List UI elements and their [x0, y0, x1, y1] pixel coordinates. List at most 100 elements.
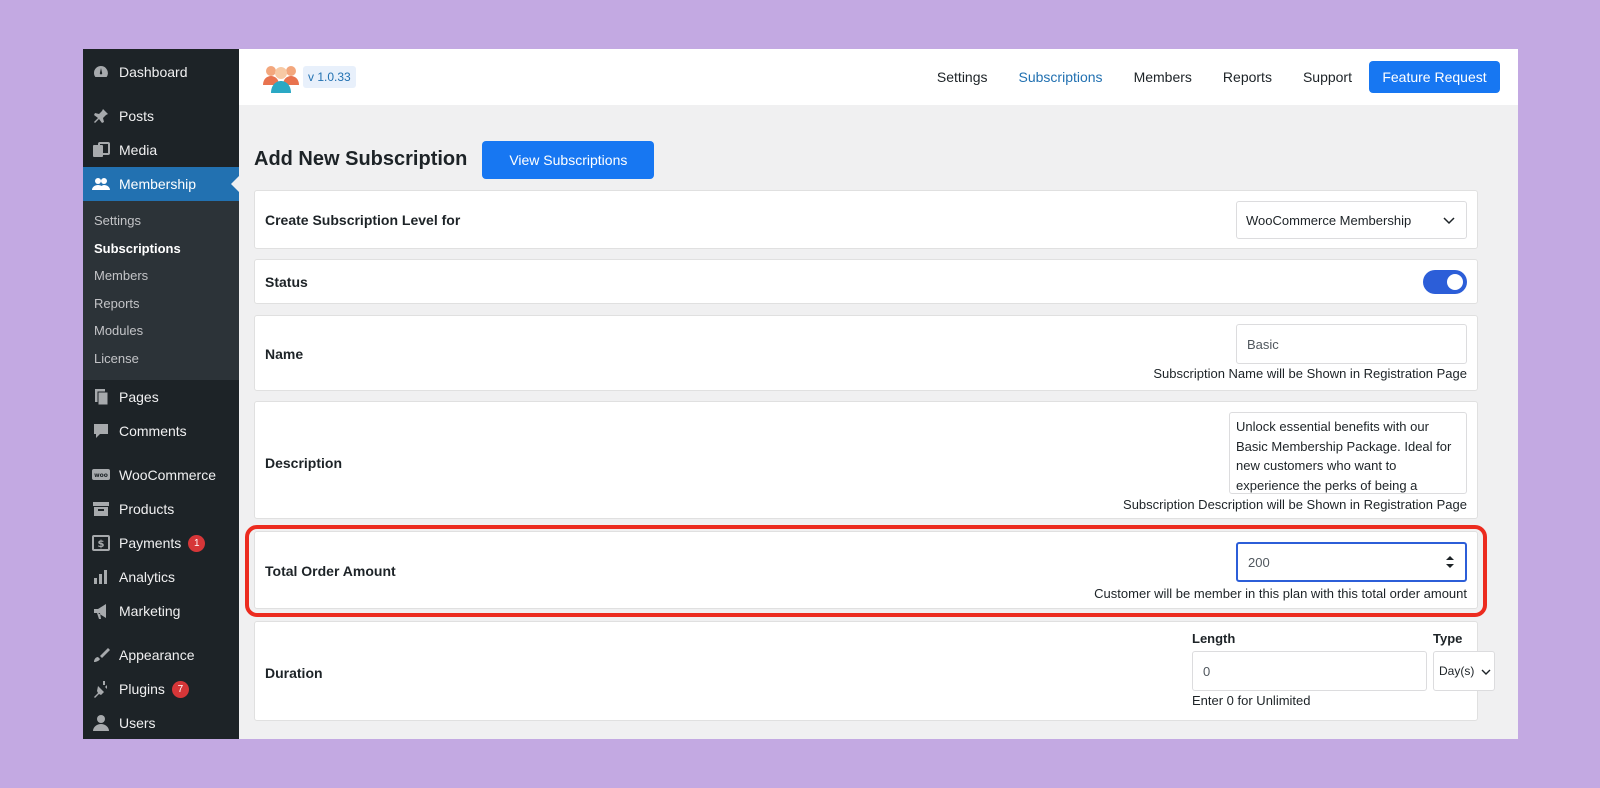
- sidebar-item-woocommerce[interactable]: woo WooCommerce: [83, 458, 239, 492]
- duration-label: Duration: [265, 665, 323, 681]
- top-nav: Settings Subscriptions Members Reports S…: [906, 61, 1500, 93]
- sidebar-item-label: Comments: [119, 423, 187, 439]
- total-order-label: Total Order Amount: [265, 563, 396, 579]
- submenu-item-subscriptions[interactable]: Subscriptions: [83, 235, 239, 263]
- submenu-item-modules[interactable]: Modules: [83, 317, 239, 345]
- sidebar-item-media[interactable]: Media: [83, 133, 239, 167]
- total-order-input-value: 200: [1248, 554, 1270, 570]
- sidebar-item-label: Plugins: [119, 681, 165, 697]
- payments-count-badge: 1: [188, 534, 206, 552]
- level-select[interactable]: WooCommerce Membership: [1236, 201, 1467, 239]
- sidebar-item-label: Membership: [119, 176, 197, 192]
- archive-icon: [92, 500, 110, 518]
- payments-icon: $: [92, 534, 110, 552]
- toggle-knob: [1447, 274, 1463, 290]
- users-icon: [92, 175, 110, 193]
- sidebar-item-dashboard[interactable]: Dashboard: [83, 55, 239, 89]
- nav-subscriptions[interactable]: Subscriptions: [1019, 69, 1103, 85]
- sidebar-item-label: Marketing: [119, 603, 181, 619]
- sidebar-item-label: Products: [119, 501, 175, 517]
- sidebar-item-products[interactable]: Products: [83, 492, 239, 526]
- sidebar-item-label: Appearance: [119, 647, 195, 663]
- plugin-logo-icon: [263, 61, 299, 93]
- total-order-card: Total Order Amount 200 Customer will be …: [254, 531, 1478, 609]
- plug-icon: [92, 680, 110, 698]
- sidebar-item-label: WooCommerce: [119, 467, 216, 483]
- sidebar-item-label: Analytics: [119, 569, 176, 585]
- sidebar-item-marketing[interactable]: Marketing: [83, 594, 239, 628]
- level-card: Create Subscription Level for WooCommerc…: [254, 190, 1478, 249]
- length-label: Length: [1192, 631, 1236, 646]
- woo-icon: woo: [92, 466, 110, 484]
- nav-support[interactable]: Support: [1303, 69, 1352, 85]
- status-toggle[interactable]: [1423, 270, 1467, 294]
- submenu-item-reports[interactable]: Reports: [83, 290, 239, 318]
- nav-settings[interactable]: Settings: [937, 69, 988, 85]
- total-order-input[interactable]: 200: [1236, 542, 1467, 582]
- submenu-item-settings[interactable]: Settings: [83, 207, 239, 235]
- comment-icon: [92, 422, 110, 440]
- feature-request-button[interactable]: Feature Request: [1369, 61, 1500, 93]
- chevron-down-icon: [1442, 213, 1456, 230]
- name-card: Name Basic Subscription Name will be Sho…: [254, 315, 1478, 391]
- type-label: Type: [1433, 631, 1463, 646]
- sidebar-item-comments[interactable]: Comments: [83, 414, 239, 448]
- sidebar-item-users[interactable]: Users: [83, 706, 239, 739]
- dashboard-icon: [92, 63, 110, 81]
- type-select[interactable]: Day(s): [1433, 651, 1495, 691]
- sidebar-item-label: Media: [119, 142, 158, 158]
- admin-sidebar: Dashboard Posts Media Membership Setting…: [83, 49, 239, 739]
- sidebar-item-posts[interactable]: Posts: [83, 99, 239, 133]
- sidebar-item-label: Posts: [119, 108, 155, 124]
- chevron-down-icon: [1481, 666, 1491, 680]
- sidebar-item-label: Payments: [119, 535, 182, 551]
- page-title: Add New Subscription: [254, 148, 468, 170]
- brush-icon: [92, 646, 110, 664]
- description-textarea[interactable]: Unlock essential benefits with our Basic…: [1229, 412, 1467, 494]
- sidebar-item-payments[interactable]: $ Payments 1: [83, 526, 239, 560]
- pages-icon: [92, 388, 110, 406]
- length-hint: Enter 0 for Unlimited: [1192, 693, 1311, 708]
- plugin-topbar: v 1.0.33 Settings Subscriptions Members …: [239, 49, 1518, 105]
- sidebar-item-label: Users: [119, 715, 156, 731]
- length-input[interactable]: 0: [1192, 651, 1427, 691]
- description-card: Description Unlock essential benefits wi…: [254, 401, 1478, 519]
- name-input[interactable]: Basic: [1236, 324, 1467, 364]
- nav-reports[interactable]: Reports: [1223, 69, 1272, 85]
- status-card: Status: [254, 259, 1478, 304]
- duration-card: Duration Length 0 Enter 0 for Unlimited …: [254, 621, 1495, 721]
- user-icon: [92, 714, 110, 732]
- membership-submenu: Settings Subscriptions Members Reports M…: [83, 201, 239, 380]
- page-header: Add New Subscription View Subscriptions: [239, 105, 1518, 190]
- bar-chart-icon: [92, 568, 110, 586]
- svg-text:$: $: [98, 539, 105, 550]
- level-label: Create Subscription Level for: [265, 212, 461, 228]
- submenu-item-members[interactable]: Members: [83, 262, 239, 290]
- sidebar-item-analytics[interactable]: Analytics: [83, 560, 239, 594]
- nav-members[interactable]: Members: [1134, 69, 1192, 85]
- plugins-count-badge: 7: [171, 680, 189, 698]
- sidebar-item-label: Dashboard: [119, 64, 188, 80]
- submenu-item-license[interactable]: License: [83, 345, 239, 373]
- version-badge: v 1.0.33: [303, 66, 356, 88]
- media-icon: [92, 141, 110, 159]
- sidebar-item-plugins[interactable]: Plugins 7: [83, 672, 239, 706]
- sidebar-item-appearance[interactable]: Appearance: [83, 638, 239, 672]
- name-hint: Subscription Name will be Shown in Regis…: [1153, 366, 1467, 381]
- sidebar-item-pages[interactable]: Pages: [83, 380, 239, 414]
- length-input-value: 0: [1203, 663, 1211, 679]
- total-order-hint: Customer will be member in this plan wit…: [1094, 586, 1467, 601]
- status-label: Status: [265, 274, 308, 290]
- sidebar-item-membership[interactable]: Membership: [83, 167, 239, 201]
- type-select-value: Day(s): [1439, 664, 1475, 678]
- sidebar-item-label: Pages: [119, 389, 159, 405]
- pin-icon: [92, 107, 110, 125]
- number-stepper-icon[interactable]: [1445, 554, 1455, 573]
- description-label: Description: [265, 455, 343, 471]
- svg-text:woo: woo: [94, 472, 108, 479]
- app-window: Dashboard Posts Media Membership Setting…: [83, 49, 1518, 739]
- view-subscriptions-button[interactable]: View Subscriptions: [482, 140, 655, 179]
- level-select-value: WooCommerce Membership: [1246, 212, 1412, 228]
- name-label: Name: [265, 346, 304, 362]
- description-hint: Subscription Description will be Shown i…: [1123, 497, 1467, 512]
